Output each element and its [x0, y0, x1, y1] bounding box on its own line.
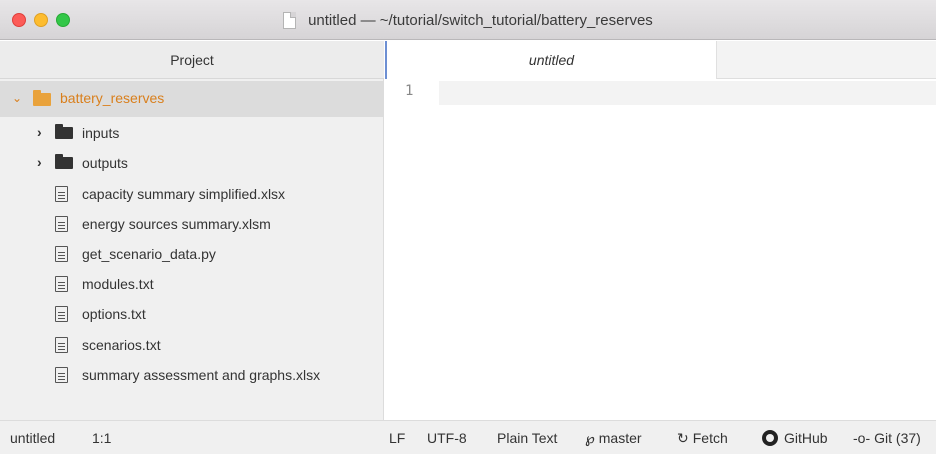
tree-file-row[interactable]: modules.txt [0, 269, 384, 299]
folder-icon [33, 90, 51, 106]
github-icon [762, 430, 778, 446]
window-title: untitled — ~/tutorial/switch_tutorial/ba… [308, 11, 653, 29]
status-github[interactable]: GitHub [762, 430, 828, 446]
tree-item-label: capacity summary simplified.xlsx [82, 186, 286, 202]
folder-icon [55, 154, 73, 169]
git-commit-icon: -o- [853, 430, 871, 446]
project-panel-header: Project [0, 41, 384, 79]
status-git-label: Git (37) [874, 430, 921, 446]
file-icon [55, 186, 68, 202]
tree-file-row[interactable]: scenarios.txt [0, 330, 384, 360]
file-icon [55, 306, 68, 322]
file-icon [55, 337, 68, 353]
status-fetch-label: Fetch [692, 430, 728, 446]
line-number: 1 [405, 83, 414, 99]
tree-file-row[interactable]: summary assessment and graphs.xlsx [0, 360, 384, 390]
status-cursor-position[interactable]: 1:1 [92, 430, 111, 446]
file-icon [55, 246, 68, 262]
status-grammar[interactable]: Plain Text [497, 430, 557, 446]
tree-item-label: inputs [82, 125, 120, 141]
tree-folder-inputs[interactable]: › inputs [0, 118, 384, 148]
tree-item-label: get_scenario_data.py [82, 246, 216, 262]
cursor-line-highlight[interactable] [439, 81, 936, 105]
git-branch-icon: ℘ [585, 430, 595, 446]
status-git[interactable]: -o- Git (37) [853, 430, 921, 446]
chevron-down-icon[interactable]: ⌄ [12, 91, 22, 105]
tree-root-battery-reserves[interactable]: ⌄ battery_reserves [0, 81, 384, 117]
tree-file-row[interactable]: capacity summary simplified.xlsx [0, 179, 384, 209]
file-icon [55, 276, 68, 292]
tree-item-label: modules.txt [82, 276, 154, 292]
sync-icon: ↻ [677, 430, 689, 446]
status-encoding[interactable]: UTF-8 [427, 430, 467, 446]
status-github-label: GitHub [784, 430, 828, 446]
status-file-name[interactable]: untitled [10, 430, 55, 446]
tree-folder-outputs[interactable]: › outputs [0, 148, 384, 178]
status-branch-label: master [598, 430, 642, 446]
status-branch[interactable]: ℘ master [585, 430, 642, 447]
text-editor[interactable]: 1 [385, 79, 936, 420]
tree-item-label: outputs [82, 155, 128, 171]
chevron-right-icon[interactable]: › [37, 154, 42, 170]
tab-untitled[interactable]: untitled [385, 41, 717, 79]
status-line-ending[interactable]: LF [389, 430, 405, 446]
title-bar: untitled — ~/tutorial/switch_tutorial/ba… [0, 0, 936, 40]
tree-file-row[interactable]: get_scenario_data.py [0, 239, 384, 269]
window-title-wrap: untitled — ~/tutorial/switch_tutorial/ba… [0, 11, 936, 31]
editor-tab-bar: untitled [385, 41, 936, 79]
status-fetch[interactable]: ↻ Fetch [677, 430, 728, 447]
folder-icon [55, 124, 73, 139]
tree-root-label: battery_reserves [60, 90, 165, 106]
project-panel: Project ⌄ battery_reserves › inputs › ou… [0, 41, 384, 420]
status-bar: untitled 1:1 LF UTF-8 Plain Text ℘ master… [0, 420, 936, 454]
file-icon [55, 216, 68, 232]
tree-file-row[interactable]: options.txt [0, 299, 384, 329]
tree-item-label: scenarios.txt [82, 337, 161, 353]
tree-item-label: options.txt [82, 306, 146, 322]
document-icon [283, 11, 297, 29]
tree-file-row[interactable]: energy sources summary.xlsm [0, 209, 384, 239]
tree-item-label: summary assessment and graphs.xlsx [82, 367, 321, 383]
tree-item-label: energy sources summary.xlsm [82, 216, 271, 232]
file-icon [55, 367, 68, 383]
chevron-right-icon[interactable]: › [37, 124, 42, 140]
